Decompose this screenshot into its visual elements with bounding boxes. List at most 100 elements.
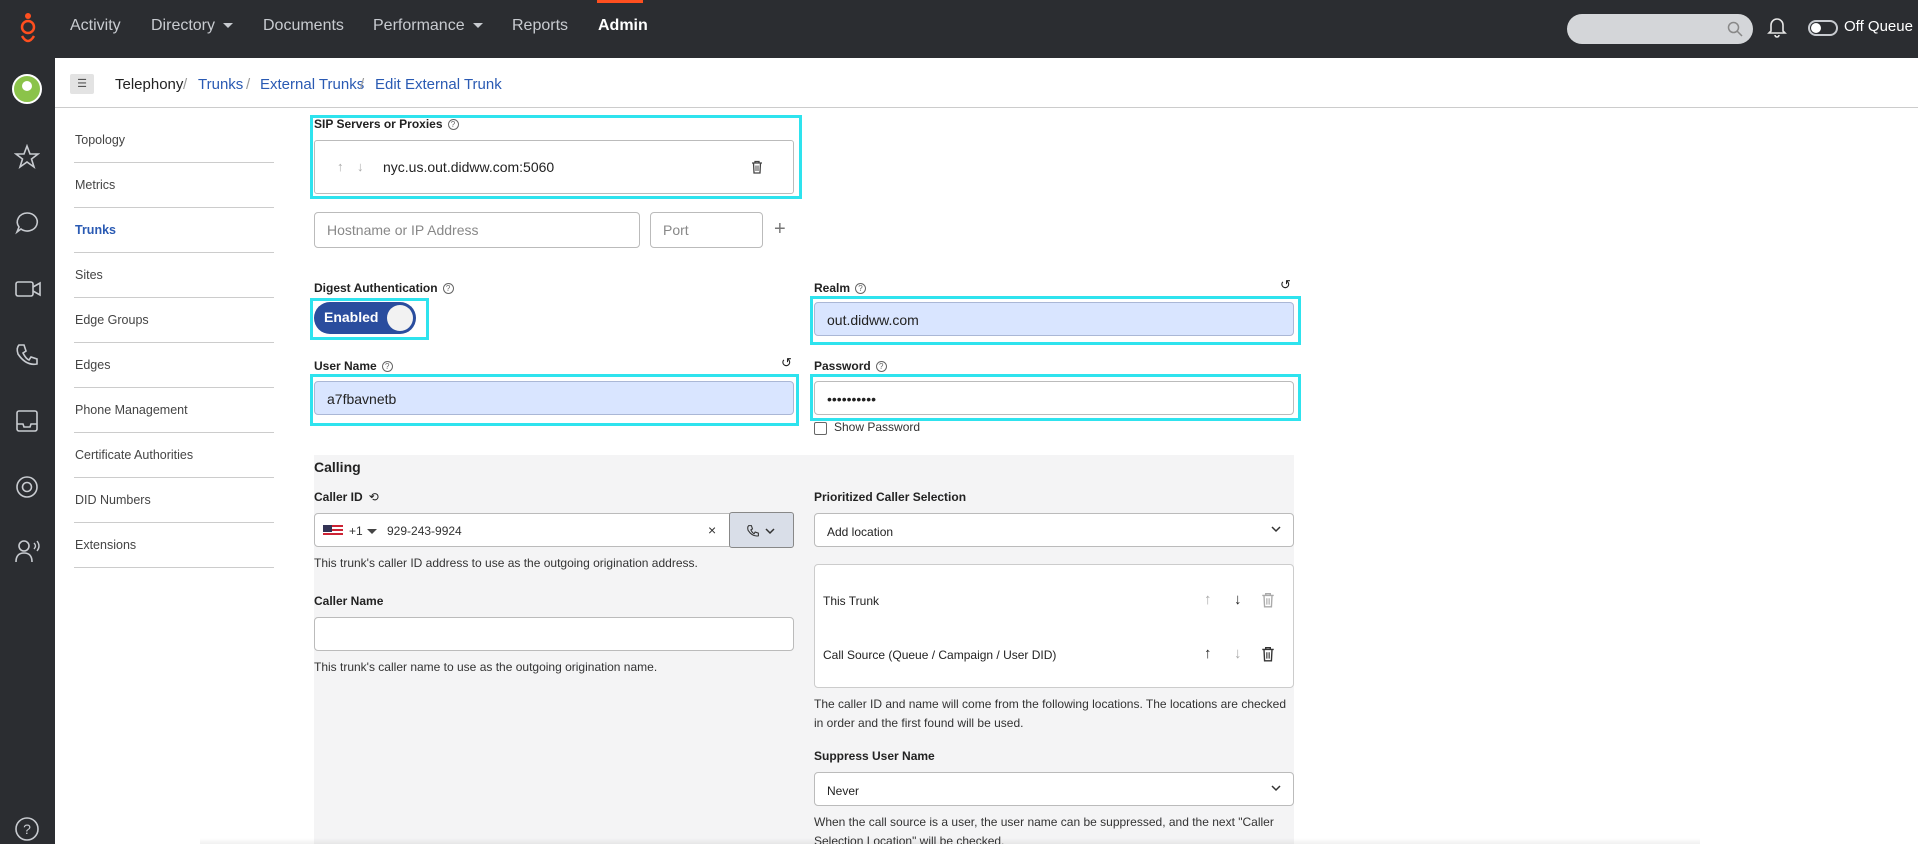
clear-icon[interactable]: × — [708, 522, 716, 538]
nav-activity[interactable]: Activity — [70, 17, 121, 35]
breadcrumb-edit-external-trunk[interactable]: Edit External Trunk — [375, 76, 502, 93]
nav-reports[interactable]: Reports — [512, 17, 568, 35]
sidenav-item-trunks[interactable]: Trunks — [74, 208, 274, 253]
caller-id-number: 929-243-9924 — [387, 524, 462, 538]
trash-icon — [1262, 593, 1274, 608]
trash-icon[interactable] — [1261, 646, 1275, 662]
chevron-down-icon — [472, 23, 483, 29]
suppress-username-value: Never — [827, 784, 860, 798]
active-nav-indicator — [597, 0, 643, 3]
breadcrumb-separator: / — [183, 76, 188, 93]
help-icon[interactable]: ? — [442, 283, 454, 295]
phone-type-dropdown[interactable] — [729, 512, 794, 548]
digest-auth-label-text: Digest Authentication — [314, 281, 438, 295]
arrow-up-icon[interactable]: ↑ — [1204, 645, 1212, 662]
prioritized-caller-label: Prioritized Caller Selection — [814, 490, 967, 504]
arrow-down-icon: ↓ — [1234, 645, 1242, 662]
search-input[interactable] — [1567, 14, 1753, 44]
queue-status-label: Off Queue — [1844, 18, 1913, 35]
breadcrumb-trunks[interactable]: Trunks — [198, 76, 243, 93]
video-icon[interactable] — [14, 276, 42, 302]
nav-directory-label: Directory — [151, 17, 216, 34]
sidenav-item-topology[interactable]: Topology — [74, 118, 274, 163]
caller-name-label: Caller Name — [314, 594, 384, 608]
arrow-down-icon[interactable]: ↓ — [1234, 591, 1242, 608]
nav-directory[interactable]: Directory — [151, 17, 234, 35]
breadcrumb-external-trunks[interactable]: External Trunks — [260, 76, 364, 93]
inbox-icon[interactable] — [14, 408, 40, 434]
reset-icon[interactable]: ↺ — [781, 355, 792, 371]
highlight-username — [310, 374, 799, 426]
sidenav-item-edges[interactable]: Edges — [74, 343, 274, 388]
scroll-shadow — [200, 838, 1700, 844]
caller-name-input[interactable] — [314, 617, 794, 651]
hostname-input[interactable]: Hostname or IP Address — [314, 212, 640, 248]
suppress-username-select[interactable]: Never — [814, 772, 1294, 806]
sidenav-item-label: Extensions — [75, 538, 137, 552]
sidenav-item-label: Edge Groups — [75, 313, 149, 327]
chevron-down-icon — [1271, 526, 1281, 533]
suppress-username-label: Suppress User Name — [814, 749, 935, 763]
caller-id-input[interactable]: +1 929-243-9924 × — [314, 513, 793, 547]
us-flag-icon — [323, 525, 343, 537]
breadcrumb: ☰ Telephony / Trunks / External Trunks /… — [55, 58, 1918, 108]
sidenav-item-metrics[interactable]: Metrics — [74, 163, 274, 208]
star-icon[interactable] — [14, 144, 40, 170]
nav-performance[interactable]: Performance — [373, 17, 483, 35]
left-rail: ? — [0, 58, 55, 844]
caller-id-help: This trunk's caller ID address to use as… — [314, 556, 698, 570]
sidenav-item-sites[interactable]: Sites — [74, 253, 274, 298]
nav-performance-label: Performance — [373, 17, 465, 34]
lifebuoy-icon[interactable] — [14, 474, 40, 500]
chevron-down-icon[interactable] — [367, 529, 377, 534]
port-input[interactable]: Port — [650, 212, 763, 248]
help-icon[interactable]: ? — [855, 283, 867, 295]
realm-label-text: Realm — [814, 281, 851, 295]
country-code[interactable]: +1 — [349, 524, 363, 538]
nav-documents[interactable]: Documents — [263, 17, 344, 35]
realm-label: Realm? — [814, 281, 867, 295]
suppress-help-line1: When the call source is a user, the user… — [814, 815, 1274, 829]
undo-icon[interactable]: ⟲ — [369, 490, 379, 504]
locations-help-line2: in order and the first found will be use… — [814, 716, 1024, 730]
location-item-label: Call Source (Queue / Campaign / User DID… — [823, 648, 1057, 662]
show-password-checkbox[interactable] — [814, 422, 827, 435]
svg-text:?: ? — [23, 821, 31, 837]
reset-icon[interactable]: ↺ — [1280, 277, 1291, 293]
search-icon — [1727, 21, 1743, 37]
sidenav-item-did-numbers[interactable]: DID Numbers — [74, 478, 274, 523]
genesys-logo[interactable] — [18, 12, 38, 46]
nav-admin[interactable]: Admin — [598, 17, 648, 35]
breadcrumb-separator: / — [246, 76, 251, 93]
sidenav-item-certificate-authorities[interactable]: Certificate Authorities — [74, 433, 274, 478]
help-icon[interactable]: ? — [875, 361, 887, 373]
caller-id-label: Caller ID ⟲ — [314, 490, 379, 504]
chevron-down-icon — [765, 528, 775, 535]
chevron-down-icon — [1271, 785, 1281, 792]
menu-toggle-icon[interactable]: ☰ — [70, 74, 94, 94]
avatar[interactable] — [12, 74, 42, 104]
caller-id-label-text: Caller ID — [314, 490, 363, 504]
sidenav-item-label: Phone Management — [75, 403, 188, 417]
sidenav-item-edge-groups[interactable]: Edge Groups — [74, 298, 274, 343]
sidenav-item-phone-management[interactable]: Phone Management — [74, 388, 274, 433]
user-voice-icon[interactable] — [14, 538, 42, 564]
phone-icon[interactable] — [14, 342, 40, 368]
highlight-password — [810, 374, 1301, 421]
help-icon[interactable]: ? — [381, 361, 393, 373]
breadcrumb-telephony[interactable]: Telephony — [115, 76, 183, 93]
password-label-text: Password — [814, 359, 871, 373]
chevron-down-icon — [223, 23, 234, 29]
queue-toggle[interactable] — [1808, 20, 1838, 36]
sidenav-item-label: Certificate Authorities — [75, 448, 194, 462]
locations-help-line1: The caller ID and name will come from th… — [814, 697, 1287, 711]
chat-icon[interactable] — [14, 210, 40, 236]
highlight-digest-toggle — [310, 298, 429, 340]
sidenav-item-label: DID Numbers — [75, 493, 151, 507]
breadcrumb-separator: / — [360, 76, 365, 93]
add-server-icon[interactable]: + — [774, 218, 786, 241]
help-icon[interactable]: ? — [14, 816, 40, 842]
sidenav-item-extensions[interactable]: Extensions — [74, 523, 274, 568]
bell-icon[interactable] — [1767, 16, 1787, 38]
add-location-select[interactable]: Add location — [814, 513, 1294, 547]
